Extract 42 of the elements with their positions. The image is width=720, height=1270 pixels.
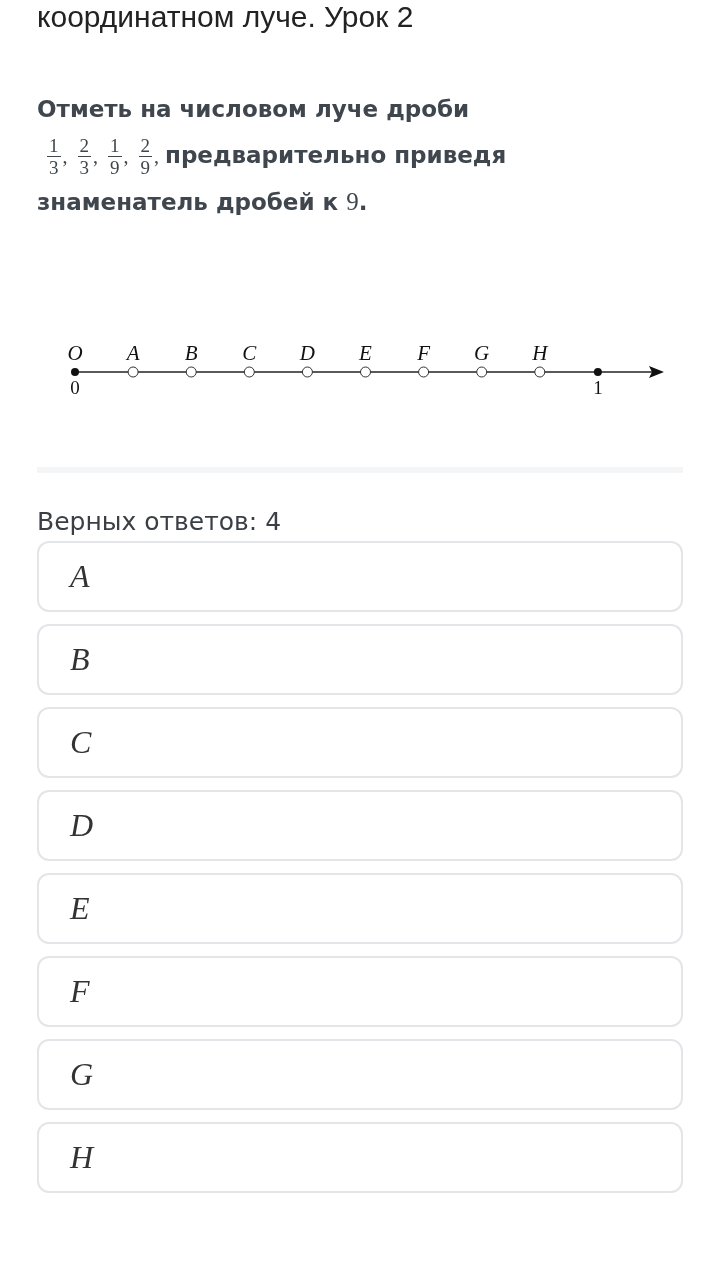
answer-option[interactable]: G — [37, 1039, 683, 1110]
answer-option[interactable]: E — [37, 873, 683, 944]
point-marker — [360, 366, 371, 378]
point-marker — [301, 366, 313, 378]
answer-option[interactable]: D — [37, 790, 683, 861]
point-marker — [476, 366, 488, 378]
point-label: G — [474, 341, 490, 365]
unit-point — [593, 368, 602, 376]
point-marker — [243, 366, 255, 378]
fraction: 1 9 — [108, 136, 122, 177]
point-marker — [418, 366, 430, 378]
answer-option[interactable]: A — [37, 541, 683, 612]
point-label: F — [417, 341, 430, 365]
point-label: D — [299, 341, 315, 365]
question-text: предварительно приведя — [165, 142, 507, 168]
fraction: 2 3 — [77, 136, 91, 177]
answer-option[interactable]: B — [37, 624, 683, 695]
point-marker — [127, 366, 139, 378]
tick-label: 0 — [70, 377, 80, 398]
tick-label: 1 — [593, 377, 603, 398]
question-text: знаменатель дробей к 9. — [37, 189, 368, 215]
fraction: 2 9 — [138, 136, 152, 177]
answer-option[interactable]: H — [37, 1122, 683, 1193]
point-label: C — [242, 341, 257, 365]
point-marker — [534, 366, 546, 378]
answer-option[interactable]: F — [37, 956, 683, 1027]
comma: , — [93, 145, 98, 167]
correct-count: Верных ответов: 4 — [37, 507, 283, 537]
comma: , — [62, 145, 68, 167]
origin-point — [71, 368, 79, 376]
point-label: B — [184, 341, 198, 365]
fraction: 1 3 — [47, 136, 61, 177]
lesson-title: координатном луче. Урок 2 — [37, 0, 415, 34]
point-label: A — [126, 341, 140, 365]
comma: , — [154, 145, 159, 167]
question-text: Отметь на числовом луче дроби — [37, 95, 471, 124]
comma: , — [123, 145, 129, 167]
point-label: O — [67, 341, 83, 365]
answer-option[interactable]: C — [37, 707, 683, 778]
point-marker — [185, 366, 197, 378]
point-label: E — [359, 341, 372, 365]
point-label: H — [532, 341, 548, 365]
